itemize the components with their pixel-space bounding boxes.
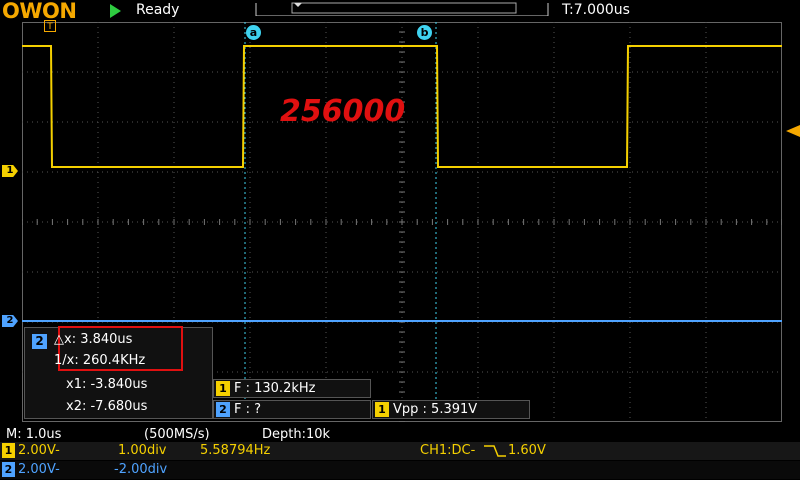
trigger-level-marker[interactable] xyxy=(786,125,800,137)
horizontal-position: T:7.000us xyxy=(562,2,630,18)
sample-rate-label: (500MS/s) xyxy=(144,427,210,442)
ch1-counter-frequency: 5.58794Hz xyxy=(200,443,271,458)
cursor-a-label[interactable]: a xyxy=(246,25,261,40)
run-stop-icon[interactable] xyxy=(110,4,121,18)
measurement-frequency-ch2: 2 F : ? xyxy=(213,400,371,419)
ch1-status-row[interactable]: 1 2.00V- 1.00div 5.58794Hz CH1:DC- 1.60V xyxy=(0,442,800,460)
record-depth-label[interactable]: Depth:10k xyxy=(262,427,330,442)
cursor-x1: x1: -3.840us xyxy=(66,377,148,392)
cursor-x2: x2: -7.680us xyxy=(66,399,148,414)
ch1-position: 1.00div xyxy=(118,443,167,458)
ch2-position: -2.00div xyxy=(114,462,168,477)
acquisition-status: Ready xyxy=(136,2,180,18)
measurement-channel-badge: 1 xyxy=(375,402,389,417)
ch2-volts-per-div: 2.00V- xyxy=(18,462,60,477)
top-status-bar: OWON Ready T:7.000us xyxy=(0,0,800,23)
ch1-volts-per-div: 2.00V- xyxy=(18,443,60,458)
bottom-info-bar: M: 1.0us (500MS/s) Depth:10k 1 2.00V- 1.… xyxy=(0,422,800,480)
ch1-badge: 1 xyxy=(2,443,15,458)
ch2-status-row[interactable]: 2 2.00V- -2.00div xyxy=(0,461,800,479)
cursor-channel-badge: 2 xyxy=(32,334,47,349)
measurement-channel-badge: 2 xyxy=(216,402,230,417)
measurement-frequency-ch1: 1 F : 130.2kHz xyxy=(213,379,371,398)
cursor-b-label[interactable]: b xyxy=(417,25,432,40)
brand-logo: OWON xyxy=(2,0,77,23)
measurement-value: F : 130.2kHz xyxy=(234,381,316,396)
overlay-annotation: 256000 xyxy=(280,94,406,129)
falling-edge-icon xyxy=(484,445,506,457)
measurement-value: F : ? xyxy=(234,402,262,417)
trigger-position-marker[interactable]: T xyxy=(44,20,56,32)
measurement-vpp-ch1: 1 Vpp : 5.391V xyxy=(372,400,530,419)
cursor-inverse-x: 1/x: 260.4KHz xyxy=(54,353,146,368)
ch2-offset-marker[interactable]: 2 xyxy=(2,315,18,327)
memory-position-bar[interactable] xyxy=(254,2,550,16)
trigger-source-coupling: CH1:DC- xyxy=(420,443,476,458)
timebase-label[interactable]: M: 1.0us xyxy=(6,427,61,442)
trigger-level: 1.60V xyxy=(508,443,546,458)
ch2-badge: 2 xyxy=(2,462,15,477)
measurement-value: Vpp : 5.391V xyxy=(393,402,478,417)
cursor-measurement-panel: 2 △x: 3.840us 1/x: 260.4KHz x1: -3.840us… xyxy=(24,326,213,419)
cursor-delta-x: △x: 3.840us xyxy=(54,332,133,347)
ch1-offset-marker[interactable]: 1 xyxy=(2,165,18,177)
measurement-channel-badge: 1 xyxy=(216,381,230,396)
